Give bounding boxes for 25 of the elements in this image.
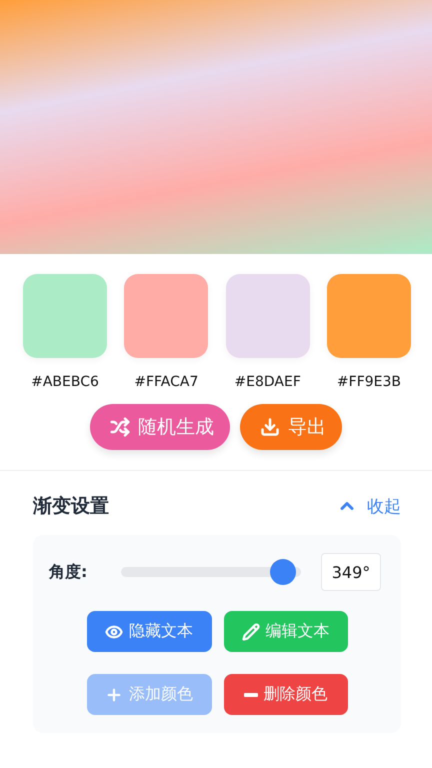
delete-color-button[interactable]: 删除颜色 xyxy=(224,674,348,715)
hex-code: #E8DAEF xyxy=(234,374,301,390)
edit-text-button[interactable]: 编辑文本 xyxy=(224,611,348,652)
angle-label: 角度: xyxy=(49,562,88,582)
color-swatch[interactable] xyxy=(124,274,208,358)
hex-code: #ABEBC6 xyxy=(31,374,99,390)
angle-slider[interactable] xyxy=(121,559,301,585)
minus-icon xyxy=(244,692,258,696)
color-swatch[interactable] xyxy=(23,274,107,358)
pencil-icon xyxy=(242,622,260,640)
color-swatch[interactable] xyxy=(326,274,411,358)
angle-field[interactable]: 349° xyxy=(321,553,381,591)
export-button[interactable]: 导出 xyxy=(240,404,342,450)
download-icon xyxy=(260,417,280,437)
hex-code: #FF9E3B xyxy=(336,374,402,390)
plus-icon xyxy=(105,686,123,704)
random-button[interactable]: 随机生成 xyxy=(90,404,230,450)
collapse-button[interactable]: 收起 xyxy=(337,494,401,518)
shuffle-icon xyxy=(110,417,130,437)
section-title: 渐变设置 xyxy=(33,494,109,519)
slider-thumb[interactable] xyxy=(270,559,296,585)
hex-code: #FFACA7 xyxy=(134,374,198,390)
hide-text-button[interactable]: 隐藏文本 xyxy=(86,611,212,652)
color-swatch[interactable] xyxy=(226,274,310,358)
eye-icon xyxy=(105,622,123,640)
